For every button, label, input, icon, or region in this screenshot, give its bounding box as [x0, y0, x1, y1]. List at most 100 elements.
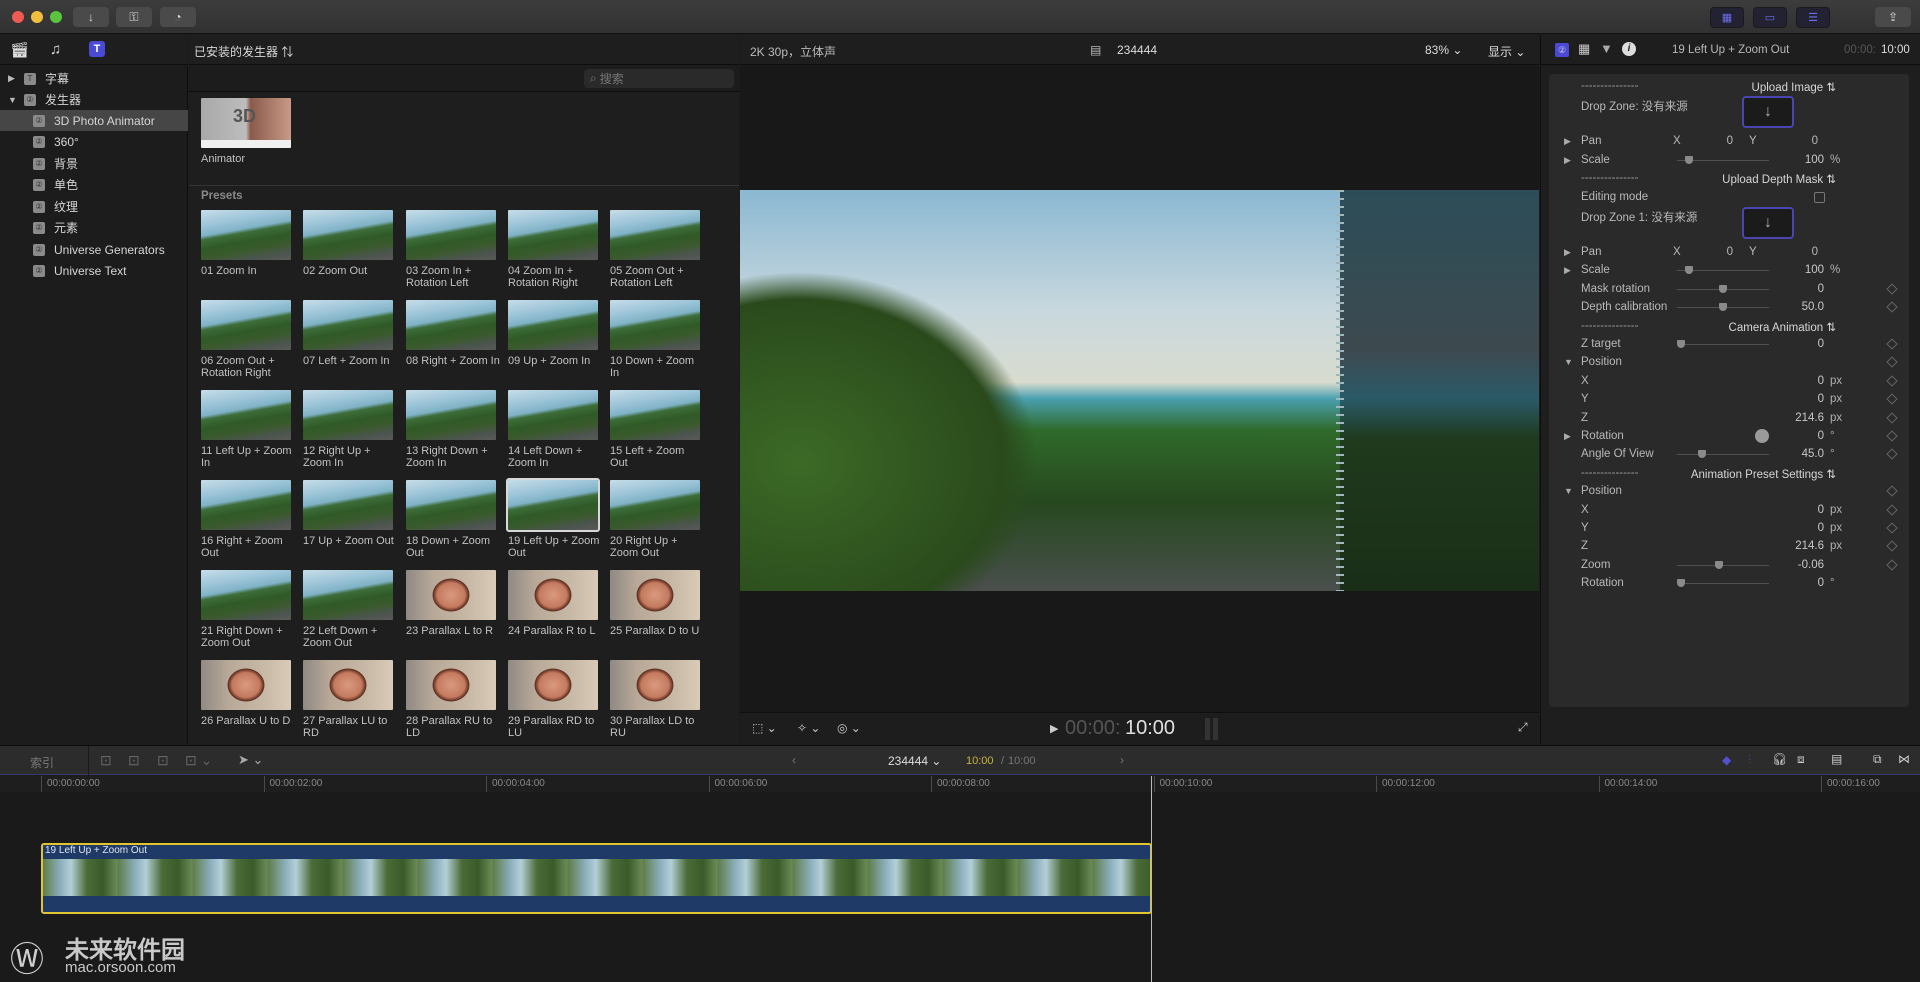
- param-value[interactable]: 214.6: [1795, 412, 1824, 424]
- timeline-layout-button[interactable]: ▭: [1753, 7, 1787, 28]
- preset-item[interactable]: 19 Left Up + Zoom Out: [506, 478, 600, 559]
- installed-generators-menu[interactable]: 已安装的发生器 ⇅: [194, 43, 293, 60]
- solo-headphones-icon[interactable]: 🎧︎: [1772, 752, 1787, 766]
- section-popup[interactable]: Upload Depth Mask ⇅: [1722, 172, 1836, 186]
- history-forward-button[interactable]: ›: [1120, 753, 1124, 767]
- background-tasks-button[interactable]: ◔: [160, 7, 196, 27]
- keyframe-icon[interactable]: [1886, 430, 1898, 442]
- preset-item[interactable]: 13 Right Down + Zoom In: [406, 390, 498, 469]
- keywords-button[interactable]: ⚿: [116, 7, 152, 27]
- preset-item[interactable]: 18 Down + Zoom Out: [406, 480, 498, 559]
- disclosure-right-icon[interactable]: ▶: [1564, 265, 1571, 276]
- preset-item[interactable]: 28 Parallax RU to LD: [406, 660, 498, 739]
- keyframe-icon[interactable]: [1886, 283, 1898, 295]
- preset-item[interactable]: 30 Parallax LD to RU: [610, 660, 702, 739]
- preset-item[interactable]: 01 Zoom In: [201, 210, 293, 277]
- preset-item[interactable]: 05 Zoom Out + Rotation Left: [610, 210, 702, 289]
- play-button[interactable]: ▶: [1050, 722, 1058, 735]
- clapper-tab-icon[interactable]: 🎬︎: [10, 41, 29, 59]
- keyframe-icon[interactable]: [1886, 448, 1898, 461]
- keyframe-icon[interactable]: [1886, 522, 1898, 534]
- param-value[interactable]: 0: [1818, 375, 1824, 387]
- enhance-tool-button[interactable]: ✧ ⌄: [797, 721, 820, 735]
- keyframe-icon[interactable]: [1886, 485, 1898, 497]
- generator-item-animator[interactable]: 3D Animator: [201, 98, 293, 165]
- preset-item[interactable]: 11 Left Up + Zoom In: [201, 390, 293, 469]
- section-popup[interactable]: Upload Image ⇅: [1752, 80, 1836, 94]
- preset-item[interactable]: 03 Zoom In + Rotation Left: [406, 210, 498, 289]
- param-value[interactable]: 100: [1805, 264, 1824, 276]
- preset-item[interactable]: 06 Zoom Out + Rotation Right: [201, 300, 293, 379]
- disclosure-right-icon[interactable]: ▶: [1564, 155, 1571, 166]
- disclosure-down-icon[interactable]: ▼: [8, 95, 18, 105]
- disclosure-right-icon[interactable]: ▶: [1564, 247, 1571, 258]
- skimming-icon[interactable]: ◆: [1722, 753, 1731, 767]
- preset-item[interactable]: 20 Right Up + Zoom Out: [610, 480, 702, 559]
- param-value[interactable]: 0: [1818, 338, 1824, 350]
- param-value[interactable]: 0: [1818, 504, 1824, 516]
- section-popup[interactable]: Camera Animation ⇅: [1729, 320, 1836, 334]
- param-slider[interactable]: [1677, 340, 1769, 348]
- audio-skimming-icon[interactable]: ⫶: [1748, 753, 1751, 768]
- editing-mode-checkbox[interactable]: [1814, 191, 1825, 203]
- param-slider[interactable]: [1677, 284, 1769, 293]
- keyframe-icon[interactable]: [1886, 411, 1898, 424]
- preset-item[interactable]: 09 Up + Zoom In: [508, 300, 600, 367]
- transform-tool-button[interactable]: ⬚ ⌄: [752, 721, 777, 735]
- project-menu[interactable]: 234444 ⌄: [888, 754, 941, 768]
- preset-item[interactable]: 25 Parallax D to U: [610, 570, 702, 637]
- preset-item[interactable]: 26 Parallax U to D: [201, 660, 293, 727]
- param-value[interactable]: -0.06: [1798, 559, 1824, 571]
- viewer-canvas[interactable]: [740, 66, 1539, 712]
- preset-item[interactable]: 27 Parallax LU to RD: [303, 660, 395, 739]
- image-drop-well[interactable]: ↓: [1742, 207, 1794, 239]
- image-drop-well[interactable]: ↓: [1742, 96, 1794, 129]
- import-button[interactable]: ↓: [73, 7, 109, 27]
- param-value[interactable]: 45.0: [1802, 448, 1824, 460]
- slider-knob[interactable]: [1677, 340, 1685, 348]
- preset-item[interactable]: 12 Right Up + Zoom In: [303, 390, 395, 469]
- param-value[interactable]: 0: [1818, 283, 1824, 295]
- param-slider[interactable]: [1677, 560, 1769, 569]
- preset-item[interactable]: 15 Left + Zoom Out: [610, 390, 702, 469]
- keyframe-icon[interactable]: [1886, 559, 1898, 571]
- rotation-dial[interactable]: [1755, 429, 1769, 443]
- display-menu[interactable]: 显示 ⌄: [1488, 43, 1525, 60]
- preset-item[interactable]: 17 Up + Zoom Out: [303, 480, 395, 547]
- zoom-menu[interactable]: 83% ⌄: [1425, 43, 1462, 57]
- pan-y-value[interactable]: 0: [1804, 135, 1818, 147]
- disclosure-down-icon[interactable]: ▼: [1564, 357, 1573, 367]
- pan-x-value[interactable]: 0: [1719, 246, 1733, 258]
- timeline-ruler[interactable]: 00:00:00:00 00:00:02:00 00:00:04:00 00:00:0…: [0, 776, 1920, 792]
- maximize-window-button[interactable]: [50, 11, 62, 23]
- param-slider[interactable]: [1677, 155, 1769, 164]
- generator-inspector-tab-icon[interactable]: ②: [1555, 43, 1569, 57]
- preset-item[interactable]: 10 Down + Zoom In: [610, 300, 702, 379]
- param-slider[interactable]: [1677, 303, 1769, 312]
- slider-knob[interactable]: [1715, 560, 1723, 569]
- slider-knob[interactable]: [1685, 155, 1693, 164]
- sidebar-item-universe-generators[interactable]: ② Universe Generators: [0, 239, 188, 260]
- preset-item[interactable]: 22 Left Down + Zoom Out: [303, 570, 395, 649]
- index-button[interactable]: 索引: [30, 754, 54, 771]
- slider-knob[interactable]: [1685, 266, 1693, 275]
- timeline-clip[interactable]: 19 Left Up + Zoom Out: [41, 843, 1152, 914]
- param-slider[interactable]: [1677, 579, 1769, 588]
- keyframe-icon[interactable]: [1886, 301, 1898, 313]
- minimize-window-button[interactable]: [31, 11, 43, 23]
- sidebar-item-textures[interactable]: ② 纹理: [0, 196, 188, 217]
- section-popup[interactable]: Animation Preset Settings ⇅: [1691, 467, 1836, 481]
- insert-clip-button[interactable]: ⊡: [128, 752, 140, 769]
- snapping-icon[interactable]: ⧈: [1797, 752, 1805, 767]
- sidebar-item-titles[interactable]: ▶ T 字幕: [0, 68, 188, 89]
- param-slider[interactable]: [1677, 266, 1769, 275]
- sidebar-item-3d-photo-animator[interactable]: ② 3D Photo Animator: [0, 110, 188, 131]
- pan-y-value[interactable]: 0: [1804, 246, 1818, 258]
- preset-item[interactable]: 02 Zoom Out: [303, 210, 395, 277]
- param-value[interactable]: 100: [1805, 154, 1824, 166]
- history-back-button[interactable]: ‹: [792, 753, 796, 767]
- preset-item[interactable]: 23 Parallax L to R: [406, 570, 498, 637]
- sidebar-item-universe-text[interactable]: ② Universe Text: [0, 260, 188, 281]
- titles-generators-tab-icon[interactable]: T: [89, 41, 105, 57]
- photos-audio-tab-icon[interactable]: ♫: [50, 41, 61, 58]
